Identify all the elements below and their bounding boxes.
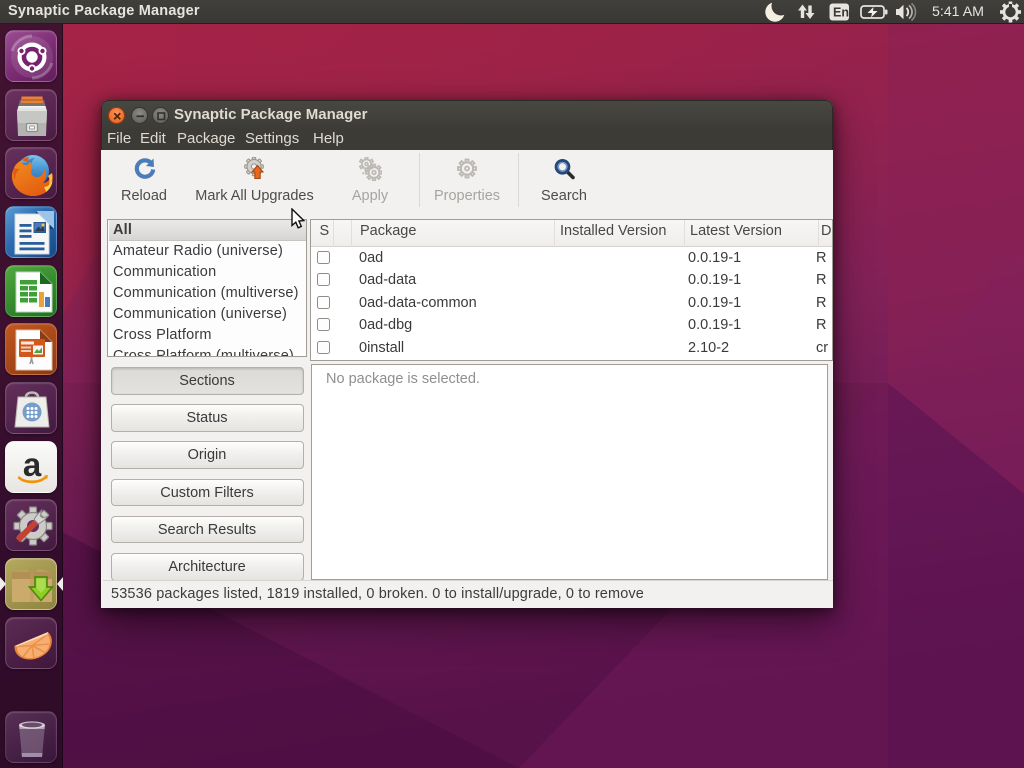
svg-text:En: En [833,6,849,20]
